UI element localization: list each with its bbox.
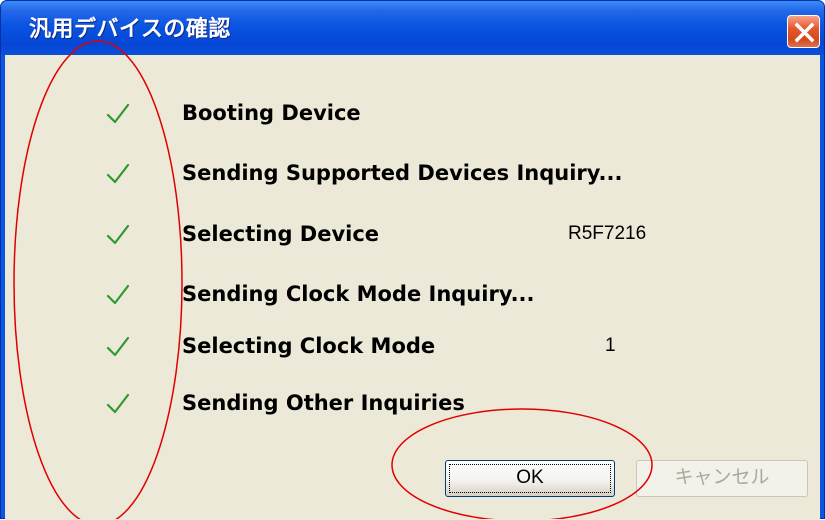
- step-row-supported-devices-inquiry: Sending Supported Devices Inquiry...: [5, 155, 820, 195]
- checkmark-icon: [106, 336, 130, 357]
- dialog-content: Booting Device Sending Supported Devices…: [5, 55, 820, 520]
- step-label: Selecting Clock Mode: [182, 334, 436, 358]
- checkmark-icon: [106, 284, 130, 305]
- step-label: Sending Other Inquiries: [182, 391, 465, 415]
- title-bar[interactable]: 汎用デバイスの確認: [1, 1, 824, 55]
- close-button[interactable]: [787, 15, 820, 48]
- step-label: Sending Supported Devices Inquiry...: [182, 161, 623, 185]
- selected-clock-mode-value: 1: [605, 335, 616, 356]
- step-row-selecting-clock-mode: Selecting Clock Mode 1: [5, 328, 820, 368]
- ok-button[interactable]: OK: [445, 460, 615, 497]
- step-row-clock-mode-inquiry: Sending Clock Mode Inquiry...: [5, 276, 820, 316]
- close-icon: [794, 22, 815, 43]
- step-row-selecting-device: Selecting Device R5F7216: [5, 216, 820, 256]
- step-label: Sending Clock Mode Inquiry...: [182, 282, 535, 306]
- step-label: Selecting Device: [182, 222, 380, 246]
- selected-device-value: R5F7216: [568, 223, 647, 244]
- step-label: Booting Device: [182, 101, 361, 125]
- step-row-other-inquiries: Sending Other Inquiries: [5, 385, 820, 425]
- step-row-booting-device: Booting Device: [5, 95, 820, 135]
- window-title: 汎用デバイスの確認: [29, 17, 231, 42]
- checkmark-icon: [106, 393, 130, 414]
- cancel-button-label: キャンセル: [674, 467, 770, 488]
- checkmark-icon: [106, 103, 130, 124]
- focus-rectangle: [449, 464, 611, 493]
- dialog-window: 汎用デバイスの確認 Booting Device Sending Support…: [0, 0, 825, 520]
- checkmark-icon: [106, 163, 130, 184]
- checkmark-icon: [106, 224, 130, 245]
- cancel-button[interactable]: キャンセル: [636, 460, 808, 497]
